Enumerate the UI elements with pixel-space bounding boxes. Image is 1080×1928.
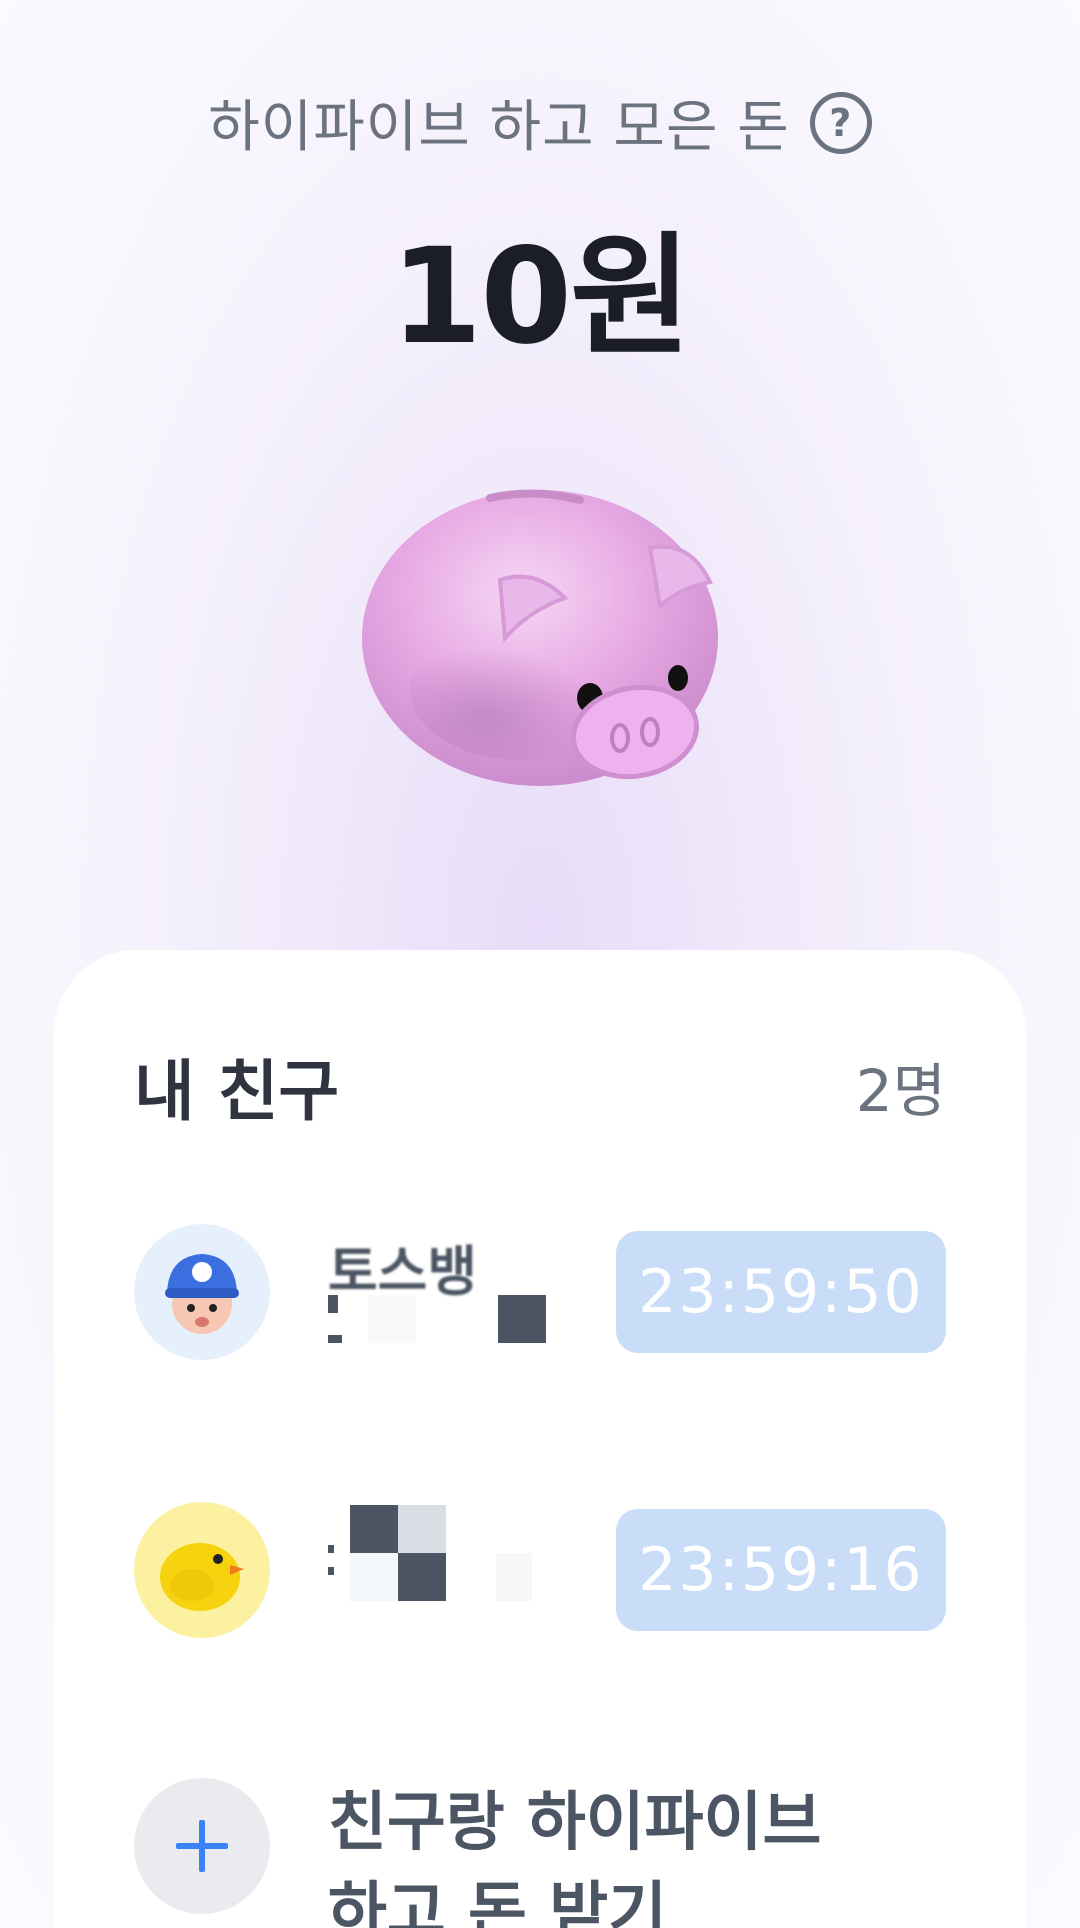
savings-title: 하이파이브 하고 모은 돈 [208,95,790,160]
friend-name-masked: 토스뱅 [328,1217,598,1367]
friend-name-masked [328,1495,598,1645]
boy-with-blue-cap-icon [134,1224,270,1360]
friend-row[interactable]: 토스뱅 23:59:50 [134,1222,946,1362]
savings-amount: 10원 [390,220,691,374]
friends-count: 2명 [855,1057,946,1125]
friends-card-header: 내 친구 2명 [134,1038,946,1134]
yellow-chick-icon [134,1502,270,1638]
friends-title: 내 친구 [134,1053,340,1130]
invite-text[interactable]: 친구랑 하이파이브 하고 돈 받기 [328,1778,821,1928]
help-icon[interactable]: ? [809,91,872,154]
plus-icon[interactable] [134,1778,270,1914]
invite-text-line2: 하고 돈 받기 [328,1876,667,1928]
friends-card: 내 친구 2명 토스뱅 23:59:50 23:59:16 친구랑 하이파이브 … [54,950,1026,1928]
friend-timer[interactable]: 23:59:16 [616,1509,946,1631]
invite-friend-row[interactable]: 친구랑 하이파이브 하고 돈 받기 [134,1778,946,1928]
savings-header: 하이파이브 하고 모은 돈 ? [0,82,1080,163]
friend-timer[interactable]: 23:59:50 [616,1231,946,1353]
piggy-bank-icon [362,489,718,786]
friend-row[interactable]: 23:59:16 [134,1500,946,1640]
invite-text-line1: 친구랑 하이파이브 [328,1786,822,1860]
